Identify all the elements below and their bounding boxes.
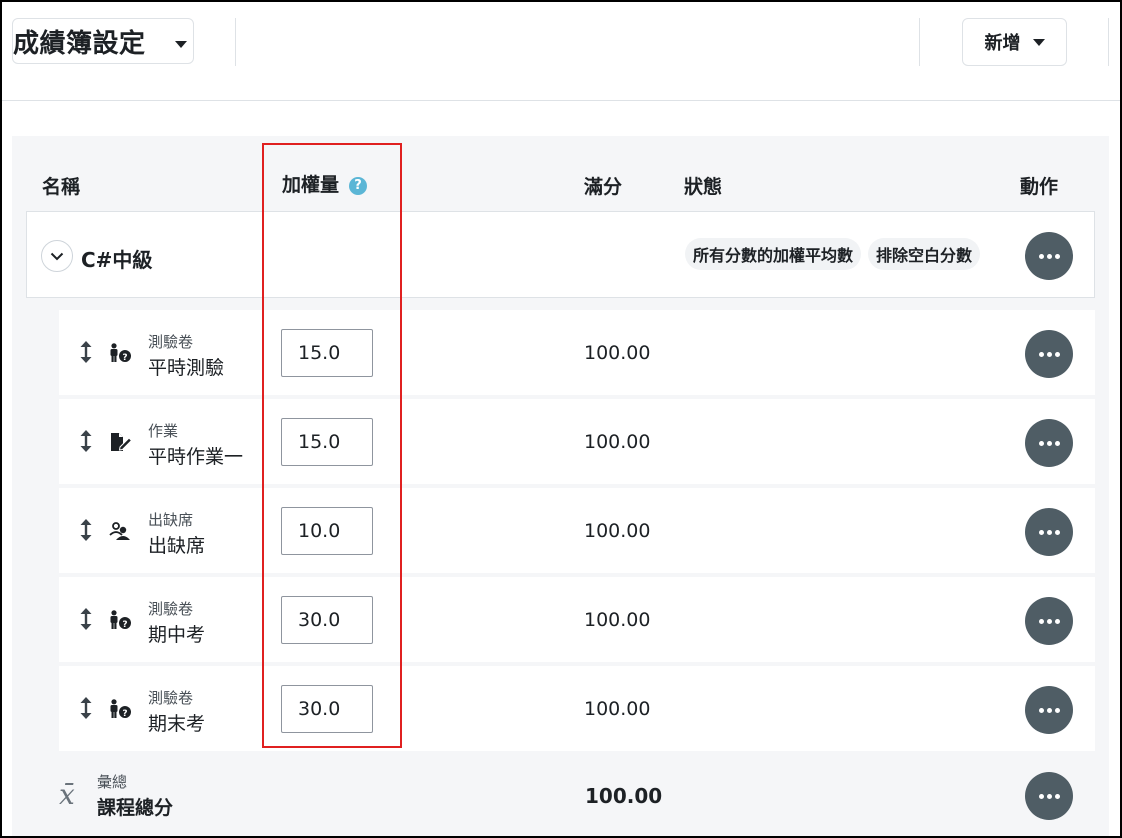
grade-item-row: ? 測驗卷 平時測驗 100.00 (59, 310, 1095, 395)
max-grade-value: 100.00 (584, 698, 651, 720)
weight-input[interactable] (281, 329, 373, 377)
quiz-icon: ? (110, 699, 131, 719)
grade-item-row: 出缺席 出缺席 100.00 (59, 488, 1095, 573)
item-type-label: 出缺席 (148, 511, 194, 529)
more-icon (1038, 707, 1060, 713)
weight-input[interactable] (281, 418, 373, 466)
header-divider (919, 18, 920, 66)
category-actions-button[interactable] (1025, 232, 1073, 280)
weight-input[interactable] (281, 685, 373, 733)
item-type-label: 作業 (148, 422, 179, 440)
more-icon (1038, 253, 1060, 259)
total-actions-button[interactable] (1025, 772, 1073, 820)
item-name[interactable]: 期中考 (148, 620, 205, 647)
assignment-icon (111, 433, 133, 451)
column-header-weight: 加權量? (282, 170, 368, 197)
svg-text:?: ? (122, 709, 127, 719)
item-actions-button[interactable] (1025, 686, 1073, 734)
header-divider (235, 18, 236, 66)
category-name: C#中級 (81, 248, 153, 272)
move-icon[interactable] (79, 696, 93, 720)
column-header-weight-label: 加權量 (282, 174, 340, 196)
gradebook-navigation-select[interactable]: 成績簿設定 (12, 18, 194, 64)
grade-item-row: 作業 平時作業一 100.00 (59, 399, 1095, 484)
svg-text:?: ? (122, 353, 127, 363)
quiz-icon: ? (110, 343, 131, 363)
add-dropdown-button[interactable]: 新增 (962, 18, 1067, 66)
more-icon (1038, 351, 1060, 357)
collapse-category-button[interactable] (41, 240, 73, 272)
grade-item-row: ? 測驗卷 期末考 100.00 (59, 666, 1095, 751)
max-grade-value: 100.00 (584, 609, 651, 631)
column-header-name: 名稱 (42, 176, 81, 198)
more-icon (1038, 618, 1060, 624)
weight-input[interactable] (281, 507, 373, 555)
caret-down-icon (1032, 38, 1045, 46)
aggregation-icon: x̄ (59, 778, 75, 811)
more-icon (1038, 440, 1060, 446)
max-grade-value: 100.00 (584, 431, 651, 453)
course-total-row: x̄ 彙總 課程總分 100.00 (12, 752, 1109, 838)
max-grade-value: 100.00 (584, 520, 651, 542)
move-icon[interactable] (79, 518, 93, 542)
total-name: 課程總分 (97, 797, 174, 819)
item-actions-button[interactable] (1025, 330, 1073, 378)
column-header-max: 滿分 (584, 176, 623, 198)
column-header-status: 狀態 (684, 176, 723, 198)
weight-input[interactable] (281, 596, 373, 644)
item-type-label: 測驗卷 (148, 689, 194, 707)
item-type-label: 測驗卷 (148, 333, 194, 351)
header-divider (1108, 18, 1109, 66)
item-name[interactable]: 期末考 (148, 709, 205, 736)
more-icon (1038, 529, 1060, 535)
move-icon[interactable] (79, 429, 93, 453)
item-name[interactable]: 出缺席 (148, 531, 205, 558)
max-grade-value: 100.00 (584, 342, 651, 364)
chevron-down-icon (50, 252, 64, 260)
item-actions-button[interactable] (1025, 419, 1073, 467)
caret-down-icon (175, 41, 187, 48)
page-header: 成績簿設定 新增 (0, 0, 1122, 101)
grade-item-row: ? 測驗卷 期中考 100.00 (59, 577, 1095, 662)
total-type-label: 彙總 (97, 773, 128, 791)
move-icon[interactable] (79, 340, 93, 364)
total-max-grade: 100.00 (585, 784, 663, 808)
more-icon (1038, 793, 1060, 799)
status-badge: 所有分數的加權平均數 (685, 238, 862, 270)
item-actions-button[interactable] (1025, 508, 1073, 556)
item-actions-button[interactable] (1025, 597, 1073, 645)
quiz-icon: ? (110, 610, 131, 630)
attendance-icon (109, 522, 130, 540)
column-header-actions: 動作 (1020, 176, 1059, 198)
category-row: C#中級 所有分數的加權平均數 排除空白分數 (26, 211, 1095, 298)
item-type-label: 測驗卷 (148, 600, 194, 618)
move-icon[interactable] (79, 607, 93, 631)
add-button-label: 新增 (984, 33, 1021, 54)
item-name[interactable]: 平時測驗 (148, 353, 224, 380)
page-title: 成績簿設定 (13, 28, 146, 59)
help-icon[interactable]: ? (349, 176, 368, 195)
item-name[interactable]: 平時作業一 (148, 442, 243, 469)
status-badge: 排除空白分數 (868, 238, 981, 270)
svg-text:?: ? (122, 620, 127, 630)
